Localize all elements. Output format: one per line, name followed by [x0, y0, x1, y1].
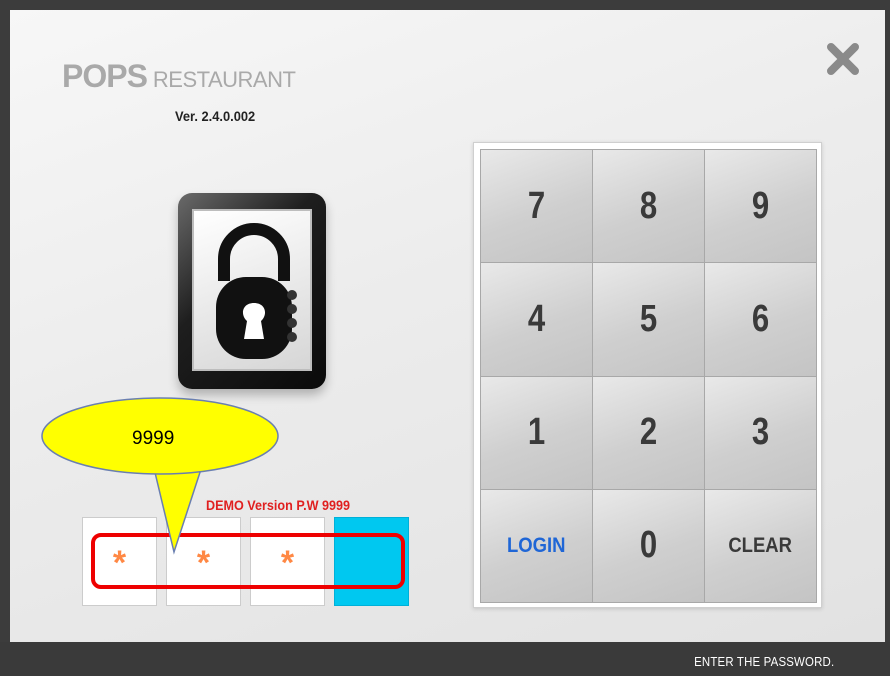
- key-0[interactable]: 0: [593, 489, 704, 602]
- pin-digit-4[interactable]: [334, 517, 409, 606]
- login-button[interactable]: LOGIN: [481, 489, 592, 602]
- demo-password-hint: DEMO Version P.W 9999: [206, 497, 351, 513]
- close-icon: [827, 43, 859, 75]
- status-message: ENTER THE PASSWORD.: [693, 654, 834, 669]
- key-1[interactable]: 1: [481, 376, 592, 489]
- key-8[interactable]: 8: [593, 150, 704, 263]
- key-3[interactable]: 3: [705, 376, 816, 489]
- brand-sub: RESTAURANT: [152, 67, 296, 92]
- key-6[interactable]: 6: [705, 263, 816, 376]
- keypad: 7 8 9 4 5 6 1 2 3 LOGIN 0 CLEAR: [480, 149, 817, 603]
- close-button[interactable]: [826, 42, 860, 76]
- key-7[interactable]: 7: [481, 150, 592, 263]
- app-logo: POPS RESTAURANT: [62, 58, 296, 95]
- pin-digit-2[interactable]: *: [166, 517, 241, 606]
- key-9[interactable]: 9: [705, 150, 816, 263]
- lock-tile: [192, 209, 312, 371]
- lock-badge: [178, 193, 326, 389]
- pin-digit-1[interactable]: *: [82, 517, 157, 606]
- version-label: Ver. 2.4.0.002: [175, 108, 256, 124]
- keypad-frame: 7 8 9 4 5 6 1 2 3 LOGIN 0 CLEAR: [473, 142, 822, 608]
- pin-digit-3[interactable]: *: [250, 517, 325, 606]
- callout-text: 9999: [132, 428, 175, 449]
- key-4[interactable]: 4: [481, 263, 592, 376]
- key-5[interactable]: 5: [593, 263, 704, 376]
- brand-main: POPS: [62, 58, 148, 94]
- key-2[interactable]: 2: [593, 376, 704, 489]
- clear-button[interactable]: CLEAR: [705, 489, 816, 602]
- padlock-icon: [216, 223, 297, 359]
- status-bar: ENTER THE PASSWORD.: [0, 642, 890, 676]
